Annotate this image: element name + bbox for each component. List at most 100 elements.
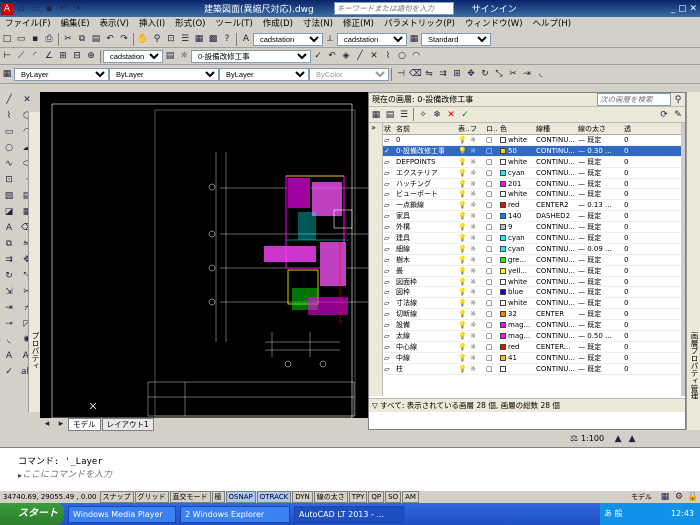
redo-icon[interactable]: ↷ [118,33,130,45]
status-toggle[interactable]: SO [385,491,402,503]
layer-status-icon[interactable]: ▱ [383,233,395,243]
layer-row[interactable]: ▱ 0 💡 ☼ ▢ white CONTINU... — 既定 0 [383,135,683,146]
layer-transparency[interactable]: 0 [623,222,635,232]
layer-linetype[interactable]: CENTER... [535,342,577,352]
layer-search-input[interactable] [597,93,671,106]
layer-lineweight[interactable]: — 既定 [577,233,623,243]
layer-name[interactable]: 中心線 [395,342,457,352]
dim-baseline-icon[interactable]: ⊞ [57,50,69,62]
status-toggle[interactable]: スナップ [99,491,134,503]
layer-lineweight[interactable]: — 0.50 ... [577,331,623,341]
unlock-icon[interactable]: ▢ [485,255,499,265]
dim-continue-icon[interactable]: ⊟ [71,50,83,62]
layer-color[interactable]: 41 [499,353,535,363]
sun-icon[interactable]: ☼ [469,135,485,145]
layer-status-icon[interactable]: ✓ [383,146,395,156]
sun-icon[interactable]: ☼ [469,353,485,363]
dim-style-icon[interactable]: ⟂ [324,33,336,45]
layer-linetype[interactable]: CONTINU... [535,146,577,156]
copy-icon[interactable]: ⧉ [76,33,88,45]
start-button[interactable]: スタート [0,503,64,525]
layer-name[interactable]: エクステリア [395,168,457,178]
menu-parametric[interactable]: パラメトリック(P) [379,17,460,31]
rotate-icon[interactable]: ↻ [3,270,15,282]
unlock-icon[interactable]: ▢ [485,211,499,221]
xline-icon[interactable]: ✕ [368,50,380,62]
layer-lineweight[interactable]: — 既定 [577,342,623,352]
unlock-icon[interactable]: ▢ [485,298,499,308]
status-toggle[interactable]: QP [368,491,385,503]
arc-icon[interactable]: ◠ [410,50,422,62]
lightbulb-icon[interactable]: 💡 [457,157,469,167]
layer-row[interactable]: ▱ 太線 💡 ☼ ▢ mag... CONTINU... — 0.50 ... 0 [383,331,683,342]
layer-transparency[interactable]: 0 [623,320,635,330]
unlock-icon[interactable]: ▢ [485,287,499,297]
layer-lineweight[interactable]: — 既定 [577,287,623,297]
unlock-icon[interactable]: ▢ [485,168,499,178]
dim-style-select[interactable]: cadstation [337,32,407,46]
layer-lineweight[interactable]: — 0.30 ... [577,146,623,156]
circle-icon[interactable]: ○ [396,50,408,62]
layer-name[interactable]: 柱 [395,364,457,374]
layer-row[interactable]: ▱ 家具 💡 ☼ ▢ 140 DASHED2— 既定 0 [383,211,683,223]
layer-color[interactable]: cyan [499,168,535,178]
layer-name[interactable]: 設備 [395,320,457,330]
unlock-icon[interactable]: ▢ [485,244,499,254]
new-icon[interactable]: □ [1,33,13,45]
mtext-icon[interactable]: A [3,222,15,234]
mirror-icon[interactable]: ⇋ [423,68,435,80]
unlock-icon[interactable]: ▢ [485,342,499,352]
layer-color[interactable] [499,364,535,374]
unlock-icon[interactable]: ▢ [485,364,499,374]
layer-status-icon[interactable]: ▱ [383,342,395,352]
unlock-icon[interactable]: ▢ [485,331,499,341]
tab-next-icon[interactable]: ▸ [55,418,67,430]
col-transparency[interactable]: 透 [623,123,635,134]
layer-color[interactable]: cyan [499,244,535,254]
settings-icon[interactable]: ✎ [672,109,684,121]
zoom-window-icon[interactable]: ⊡ [165,33,177,45]
layer-linetype[interactable]: CONTINU... [535,222,577,232]
status-toggle[interactable]: グリッド [134,491,169,503]
layer-lineweight[interactable]: — 既定 [577,211,623,221]
layer-name[interactable]: 図面枠 [395,277,457,287]
layer-linetype[interactable]: CONTINU... [535,179,577,189]
polyline-icon[interactable]: ⌇ [382,50,394,62]
layer-state-icon[interactable]: ☼ [178,50,190,62]
menu-edit[interactable]: 編集(E) [56,17,95,31]
trim-icon[interactable]: ✂ [507,68,519,80]
layer-status-icon[interactable]: ▱ [383,287,395,297]
calculator-icon[interactable]: ▩ [207,33,219,45]
layer-row[interactable]: ▱ 樹木 💡 ☼ ▢ gre... CONTINU... — 既定 0 [383,255,683,266]
lightbulb-icon[interactable]: 💡 [457,135,469,145]
stretch-icon[interactable]: ⇲ [3,286,15,298]
layer-name[interactable]: 樹木 [395,255,457,265]
layer-color[interactable]: 140 [499,211,535,221]
fillet-icon[interactable]: ◟ [535,68,547,80]
text-style-select[interactable]: cadstation [253,32,323,46]
layer-previous-icon[interactable]: ↶ [326,50,338,62]
layer-states-icon[interactable]: ☰ [398,109,410,121]
workspace-icon[interactable]: ⚙ [673,491,685,503]
layer-status-icon[interactable]: ▱ [383,222,395,232]
layer-lineweight[interactable]: — 既定 [577,364,623,374]
unlock-icon[interactable]: ▢ [485,135,499,145]
new-layer-icon[interactable]: ✧ [417,109,429,121]
layer-select[interactable]: 0-設備改修工事 [191,49,311,63]
layer-transparency[interactable]: 0 [623,157,635,167]
table-style-select[interactable]: Standard [421,32,491,46]
layer-lineweight[interactable]: — 既定 [577,157,623,167]
layer-transparency[interactable]: 0 [623,342,635,352]
layer-transparency[interactable]: 0 [623,331,635,341]
layer-linetype[interactable]: CONTINU... [535,353,577,363]
layer-transparency[interactable]: 0 [623,168,635,178]
layer-name[interactable]: DEFPOINTS [395,157,457,167]
layer-color[interactable]: mag... [499,331,535,341]
rectangle-icon[interactable]: ▭ [3,126,15,138]
layer-row[interactable]: ▱ 建具 💡 ☼ ▢ cyan CONTINU... — 既定 0 [383,233,683,244]
line-icon[interactable]: ╱ [3,94,15,106]
table-style-icon[interactable]: ▦ [408,33,420,45]
layer-name[interactable]: 0 [395,135,457,145]
layer-lineweight[interactable]: — 0.09 ... [577,244,623,254]
open-icon[interactable]: ▭ [29,3,41,15]
